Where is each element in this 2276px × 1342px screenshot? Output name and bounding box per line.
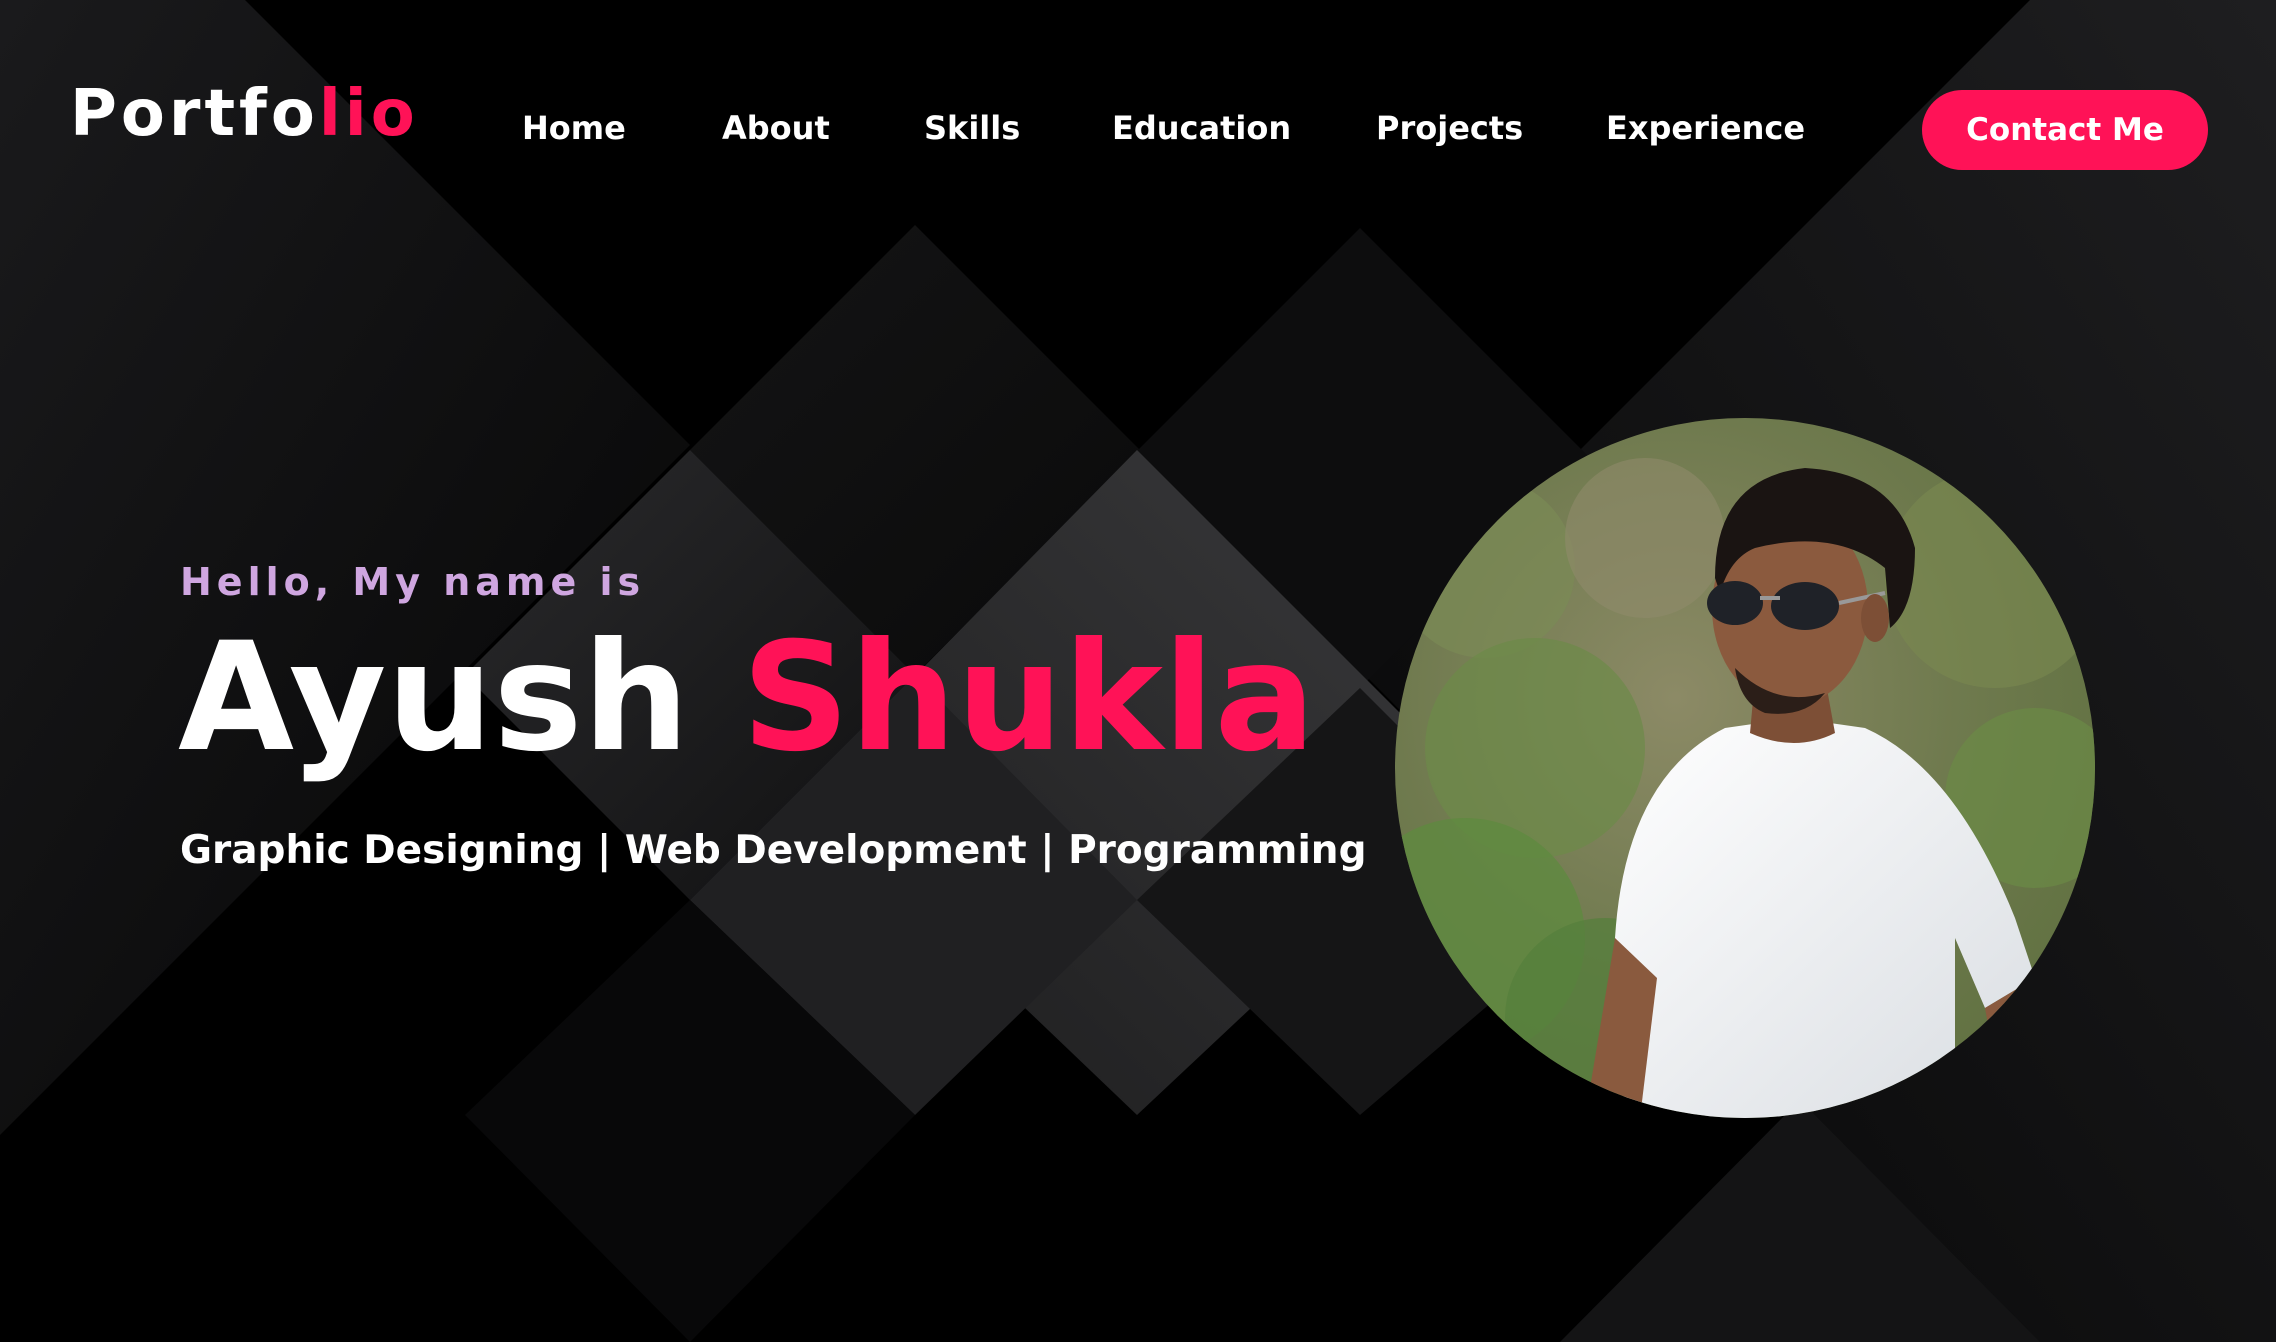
- profile-photo: [1395, 418, 2095, 1118]
- portfolio-page: Portfolio Home About Skills Education Pr…: [0, 0, 2276, 1342]
- hero-greeting: Hello, My name is: [180, 560, 646, 604]
- nav-link-home[interactable]: Home: [522, 108, 626, 148]
- contact-me-button[interactable]: Contact Me: [1922, 90, 2208, 170]
- nav-link-experience[interactable]: Experience: [1606, 108, 1805, 148]
- nav-link-about[interactable]: About: [722, 108, 830, 148]
- hero-last-name: Shukla: [741, 611, 1316, 785]
- nav-link-skills[interactable]: Skills: [924, 108, 1020, 148]
- logo[interactable]: Portfolio: [70, 82, 419, 146]
- hero-tagline: Graphic Designing | Web Development | Pr…: [180, 828, 1367, 873]
- nav-link-projects[interactable]: Projects: [1376, 108, 1523, 148]
- profile-photo-illustration: [1395, 418, 2095, 1118]
- hero-first-name: Ayush: [178, 611, 690, 785]
- logo-text-main: Portfo: [70, 77, 319, 151]
- nav-link-education[interactable]: Education: [1112, 108, 1291, 148]
- hero-name: Ayush Shukla: [178, 619, 1316, 778]
- navbar: Portfolio Home About Skills Education Pr…: [0, 0, 2276, 260]
- logo-text-accent: lio: [318, 77, 419, 151]
